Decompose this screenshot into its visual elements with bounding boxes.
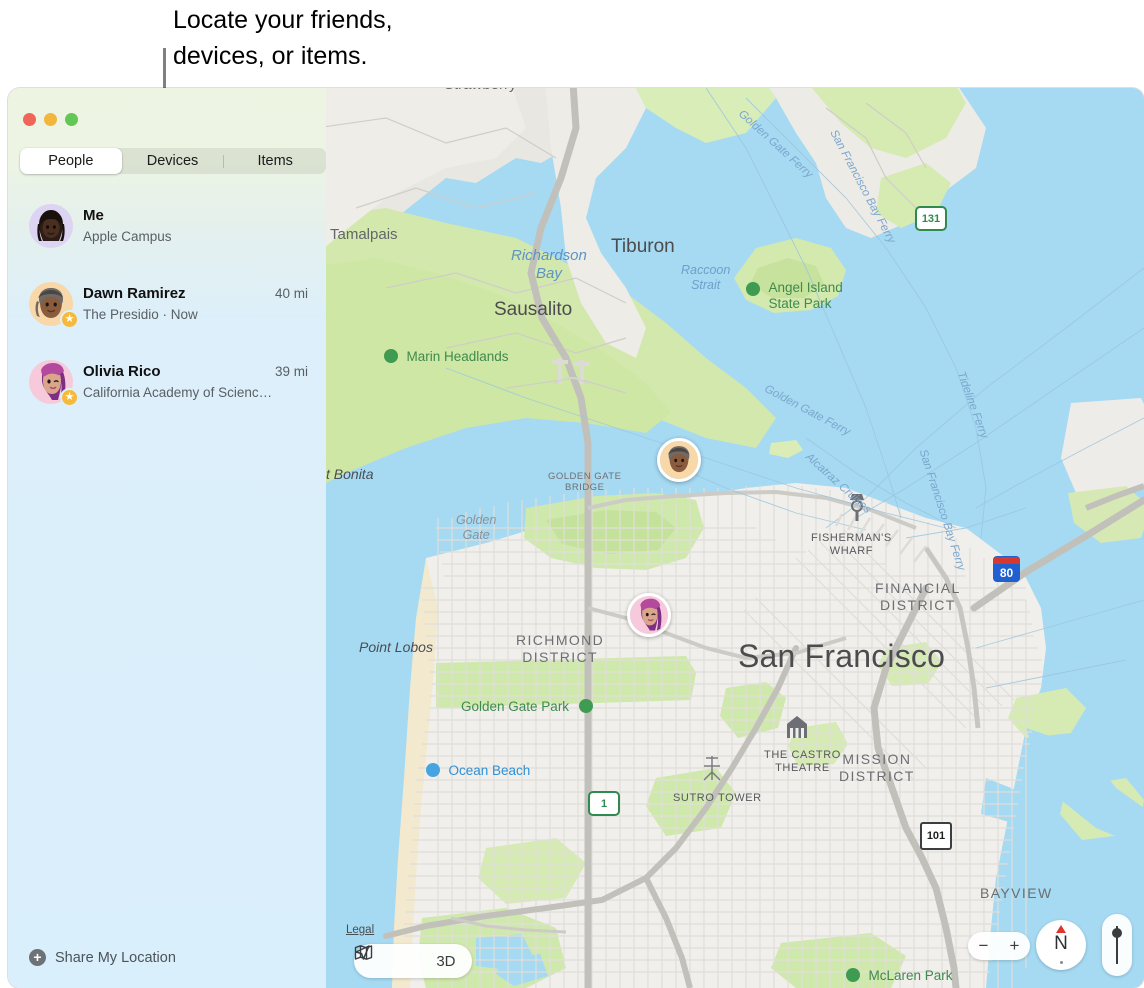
zoom-button[interactable] bbox=[65, 113, 78, 126]
list-item[interactable]: ★ Olivia Rico California Academy of Scie… bbox=[8, 351, 326, 429]
segmented-control: People Devices Items bbox=[20, 148, 326, 174]
compass-control[interactable]: N bbox=[1036, 920, 1086, 970]
list-item[interactable]: ★ Dawn Ramirez The Presidio · Now 40 mi bbox=[8, 273, 326, 351]
interstate-number: 80 bbox=[999, 565, 1014, 580]
person-name: Dawn Ramirez bbox=[83, 285, 186, 302]
legal-link[interactable]: Legal bbox=[346, 924, 374, 936]
close-button[interactable] bbox=[23, 113, 36, 126]
tab-items[interactable]: Items bbox=[224, 148, 326, 174]
pitch-slider[interactable] bbox=[1102, 914, 1132, 976]
share-my-location-label: Share My Location bbox=[55, 949, 176, 966]
person-distance: 39 mi bbox=[274, 364, 308, 379]
map-graphics bbox=[326, 88, 1144, 988]
map-canvas[interactable]: Strawberry Tamalpais Tiburon Sausalito S… bbox=[326, 88, 1144, 988]
person-name: Me bbox=[83, 207, 104, 224]
star-badge-icon: ★ bbox=[60, 310, 79, 329]
route-shield-1: 1 bbox=[588, 791, 620, 816]
person-distance: 40 mi bbox=[274, 286, 308, 301]
route-shield-80: 80 bbox=[993, 556, 1020, 582]
map-pin-olivia-rico[interactable] bbox=[627, 593, 671, 637]
compass-north-label: N bbox=[1054, 933, 1068, 954]
pitch-knob[interactable] bbox=[1112, 928, 1122, 938]
zoom-in-button[interactable]: + bbox=[1010, 936, 1020, 956]
window-controls bbox=[23, 113, 78, 126]
share-my-location-button[interactable]: + Share My Location bbox=[29, 949, 176, 966]
route-shield-101: 101 bbox=[920, 822, 952, 850]
callout-text: Locate your friends, devices, or items. bbox=[173, 6, 393, 70]
people-list: Me Apple Campus ★ Dawn Ramirez The Presi… bbox=[8, 195, 326, 429]
map-tools-bar: 3D bbox=[354, 944, 472, 978]
plus-circle-icon: + bbox=[29, 949, 46, 966]
find-my-window: People Devices Items Me Apple Campus ★ D… bbox=[8, 88, 1144, 988]
star-badge-icon: ★ bbox=[60, 388, 79, 407]
sidebar: People Devices Items Me Apple Campus ★ D… bbox=[8, 88, 326, 988]
person-location: The Presidio · Now bbox=[83, 307, 198, 322]
interstate-banner bbox=[993, 556, 1020, 564]
map-pin-dawn-ramirez[interactable] bbox=[657, 438, 701, 482]
person-location: California Academy of Sciences… bbox=[83, 385, 273, 400]
zoom-out-button[interactable]: − bbox=[979, 936, 989, 956]
minimize-button[interactable] bbox=[44, 113, 57, 126]
route-shield-131: 131 bbox=[915, 206, 947, 231]
compass-needle-icon bbox=[1056, 925, 1066, 933]
zoom-controls: − + bbox=[968, 932, 1030, 960]
three-d-toggle[interactable]: 3D bbox=[436, 953, 455, 970]
tab-devices[interactable]: Devices bbox=[122, 148, 224, 174]
compass-south-dot bbox=[1059, 961, 1063, 964]
list-item[interactable]: Me Apple Campus bbox=[8, 195, 326, 273]
tab-people[interactable]: People bbox=[20, 148, 122, 174]
person-location: Apple Campus bbox=[83, 229, 172, 244]
avatar bbox=[29, 204, 73, 248]
person-name: Olivia Rico bbox=[83, 363, 161, 380]
